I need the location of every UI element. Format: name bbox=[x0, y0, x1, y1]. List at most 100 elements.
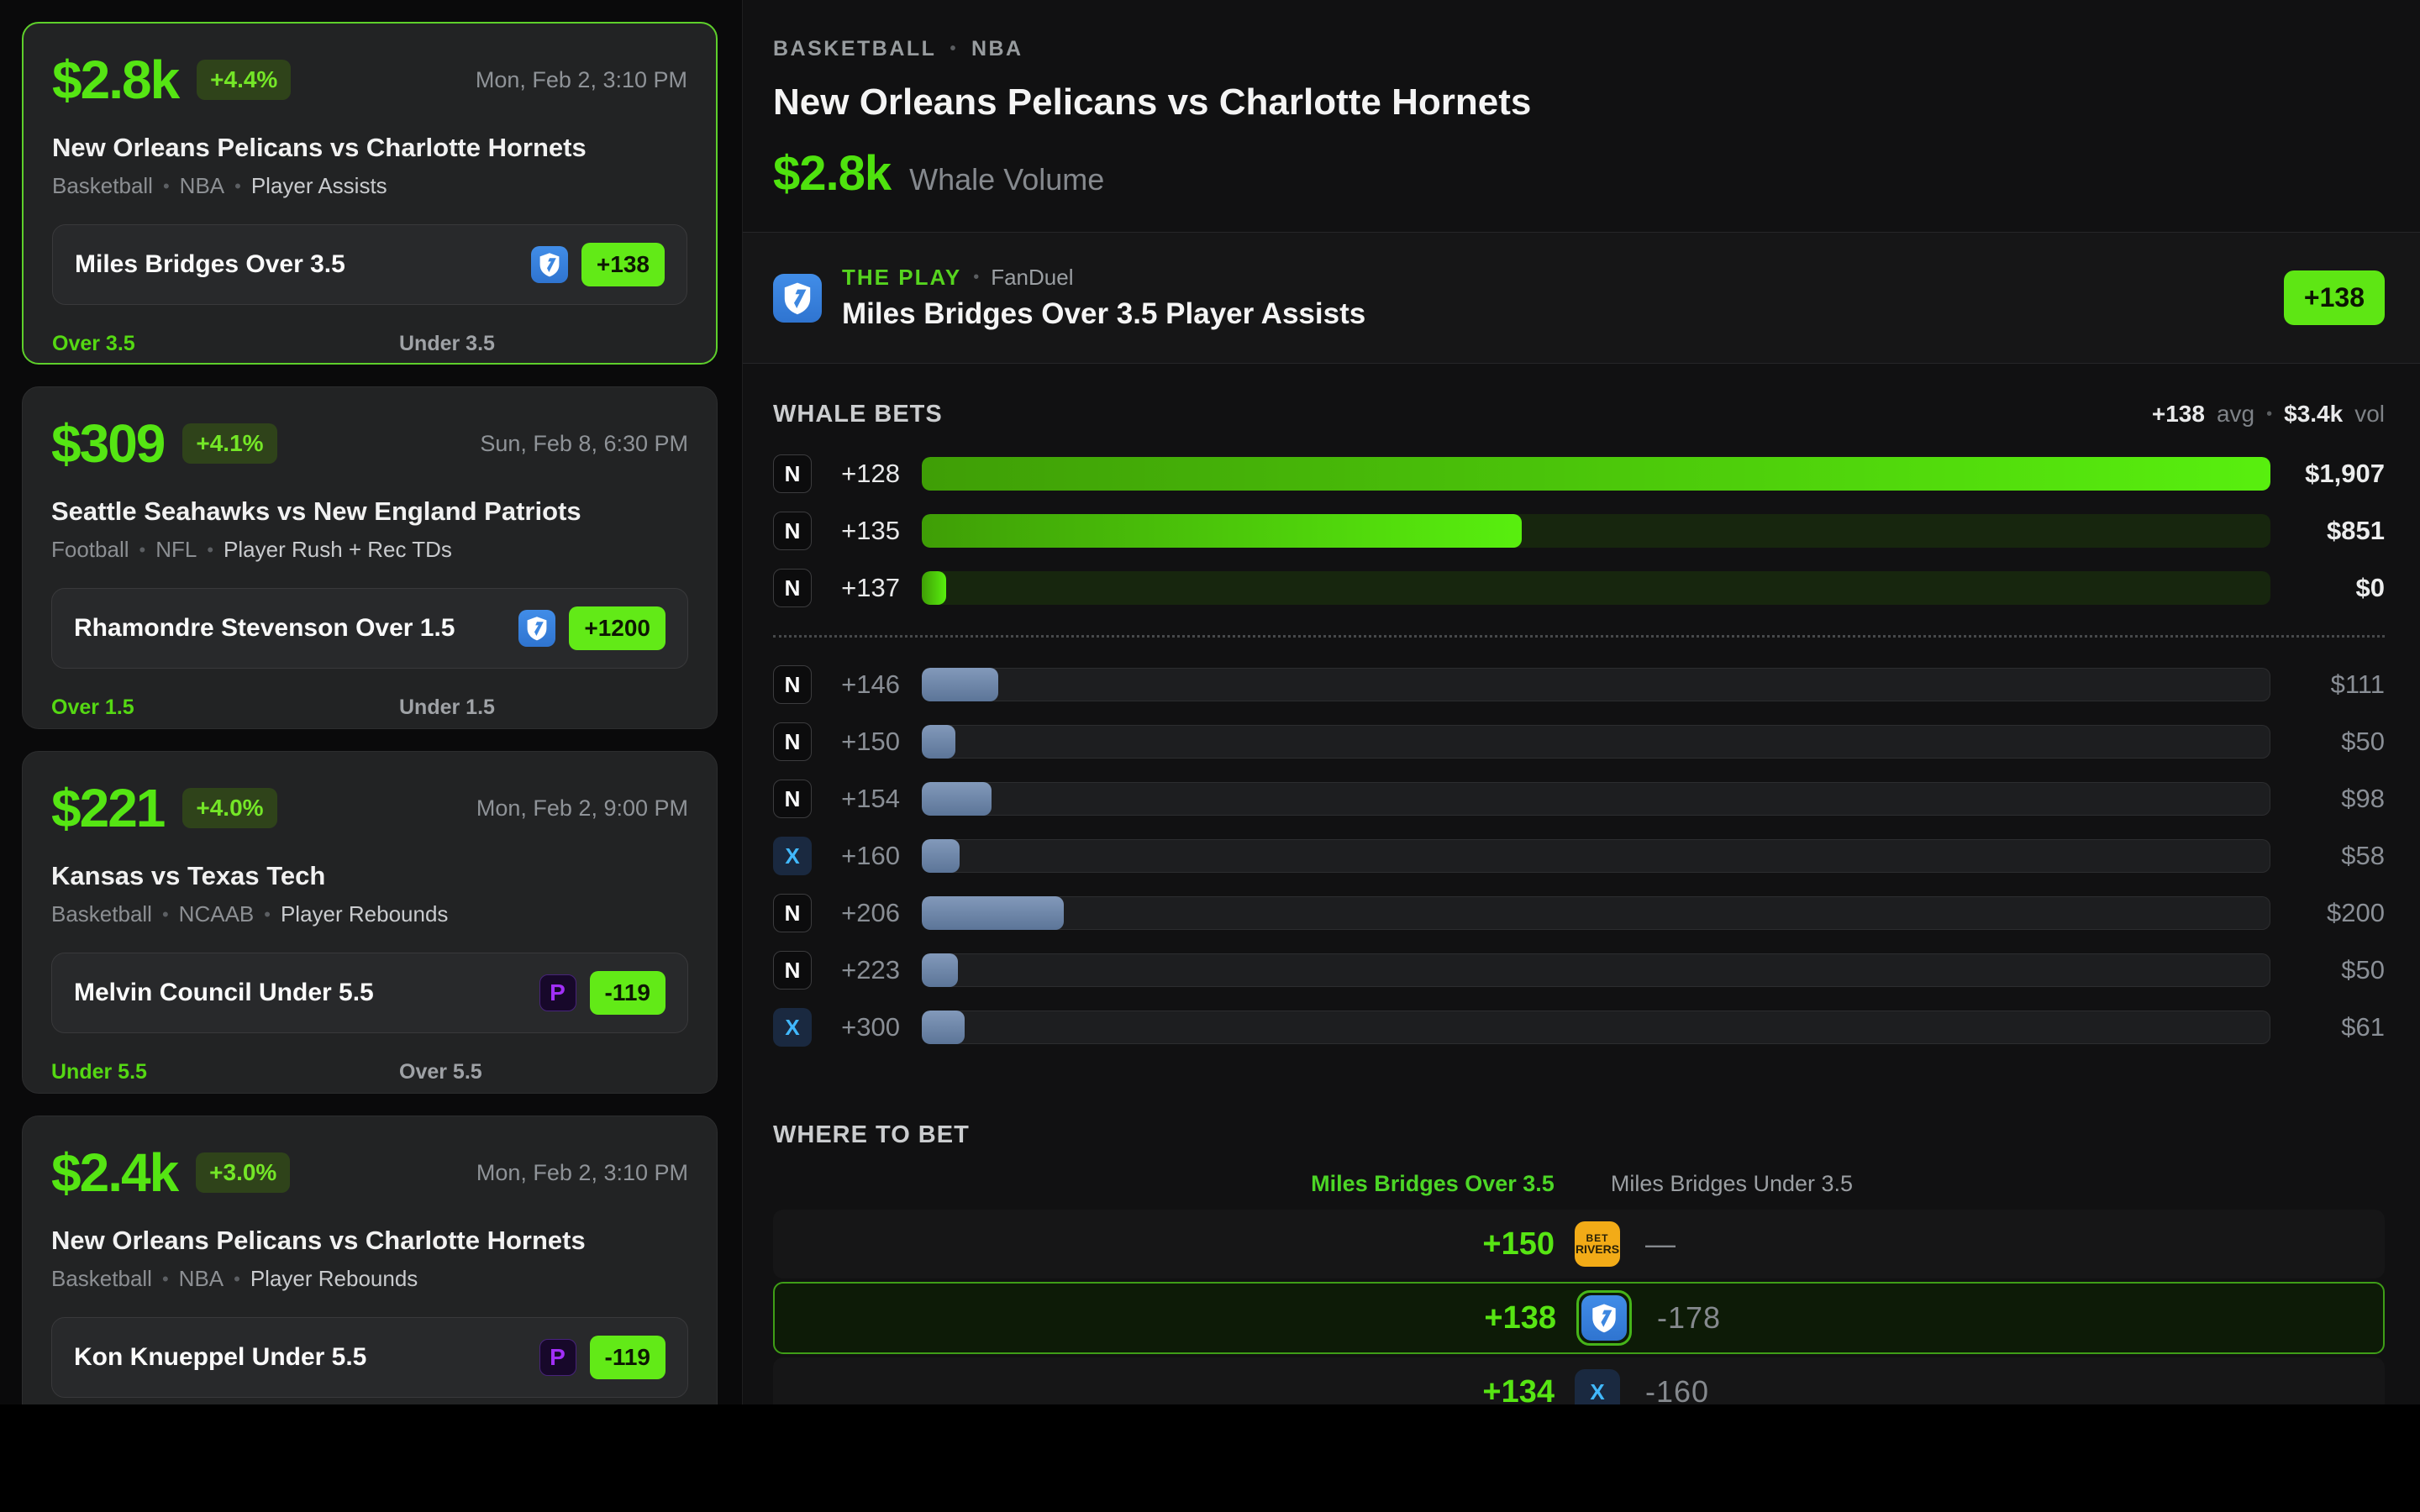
app-window: $2.8k +4.4% Mon, Feb 2, 3:10 PM New Orle… bbox=[0, 0, 2420, 1404]
bet-odds: +206 bbox=[812, 898, 900, 928]
whale-volume-label: Whale Volume bbox=[909, 162, 1104, 197]
split-left: Under 5.5 bbox=[51, 1060, 340, 1094]
odds-move-badge: +3.0% bbox=[196, 1152, 290, 1193]
page-title: New Orleans Pelicans vs Charlotte Hornet… bbox=[773, 81, 2385, 123]
the-play-banner[interactable]: THE PLAY • FanDuel Miles Bridges Over 3.… bbox=[743, 232, 2420, 364]
sport-label: Football bbox=[51, 537, 129, 563]
whale-bet-row: N +223 $50 bbox=[773, 942, 2385, 999]
matchup-meta: Football • NFL • Player Rush + Rec TDs bbox=[51, 537, 688, 563]
over-column-header: Miles Bridges Over 3.5 bbox=[1311, 1171, 1555, 1197]
bet-odds-badge: +1200 bbox=[569, 606, 666, 650]
bet-row[interactable]: Rhamondre Stevenson Over 1.5 +1200 bbox=[51, 588, 688, 669]
fanduel-icon bbox=[518, 610, 555, 647]
novig-icon: N bbox=[773, 722, 812, 761]
whale-volume-amount: $2.8k bbox=[773, 145, 891, 202]
breadcrumb: BASKETBALL • NBA bbox=[773, 37, 2385, 61]
card-amount-row: $2.4k +3.0% Mon, Feb 2, 3:10 PM bbox=[51, 1142, 688, 1204]
whale-bet-row: N +150 $50 bbox=[773, 713, 2385, 770]
volume-bar bbox=[922, 668, 2270, 701]
card-amount-row: $221 +4.0% Mon, Feb 2, 9:00 PM bbox=[51, 777, 688, 839]
dot-separator: • bbox=[234, 1268, 240, 1290]
dot-separator: • bbox=[234, 176, 241, 197]
bet-row[interactable]: Miles Bridges Over 3.5 +138 bbox=[52, 224, 687, 305]
league-label: NFL bbox=[155, 537, 197, 563]
bet-odds: +223 bbox=[812, 955, 900, 985]
market-label: Player Rebounds bbox=[281, 901, 448, 927]
whale-bet-row: X +160 $58 bbox=[773, 827, 2385, 885]
bet-row[interactable]: Melvin Council Under 5.5 P -119 bbox=[51, 953, 688, 1033]
bet-volume: $1,907 bbox=[2270, 459, 2385, 489]
over-odds: +150 bbox=[1386, 1226, 1555, 1263]
game-datetime: Mon, Feb 2, 9:00 PM bbox=[476, 795, 688, 822]
avg-odds-label: avg bbox=[2217, 401, 2254, 428]
matchup-title: New Orleans Pelicans vs Charlotte Hornet… bbox=[51, 1226, 688, 1256]
whale-card-pelicans-hornets-rebounds[interactable]: $2.4k +3.0% Mon, Feb 2, 3:10 PM New Orle… bbox=[22, 1116, 718, 1404]
whale-bets-stats: +138 avg • $3.4k vol bbox=[2152, 401, 2385, 428]
whale-bets-list: N +128 $1,907 N +135 $851 N +137 $0 N +1… bbox=[773, 445, 2385, 1056]
volume-bar bbox=[922, 571, 2270, 605]
where-to-bet-title: WHERE TO BET bbox=[773, 1121, 2385, 1149]
novig-icon: N bbox=[773, 512, 812, 550]
matchup-title: New Orleans Pelicans vs Charlotte Hornet… bbox=[52, 133, 687, 163]
bet-label: Rhamondre Stevenson Over 1.5 bbox=[74, 614, 455, 643]
matchup-meta: Basketball • NCAAB • Player Rebounds bbox=[51, 901, 688, 927]
market-label: Player Assists bbox=[251, 173, 387, 199]
volume-bar bbox=[922, 839, 2270, 873]
whale-bet-row: N +128 $1,907 bbox=[773, 445, 2385, 502]
under-odds: — bbox=[1645, 1226, 1914, 1262]
where-to-bet-column-headers: Miles Bridges Over 3.5 Miles Bridges Und… bbox=[773, 1171, 2385, 1200]
matchup-title: Seattle Seahawks vs New England Patriots bbox=[51, 496, 688, 527]
novig-icon: N bbox=[773, 780, 812, 818]
split-right: Over 5.5 bbox=[399, 1060, 688, 1094]
x-book-icon: X bbox=[773, 1008, 812, 1047]
breadcrumb-league[interactable]: NBA bbox=[971, 37, 1023, 61]
volume-bar bbox=[922, 725, 2270, 759]
split-right: Under 3.5 bbox=[399, 332, 687, 365]
sport-label: Basketball bbox=[52, 173, 153, 199]
the-play-odds-badge[interactable]: +138 bbox=[2284, 270, 2385, 325]
volume-bar bbox=[922, 782, 2270, 816]
avg-odds-value: +138 bbox=[2152, 401, 2205, 428]
the-play-label: THE PLAY bbox=[842, 265, 961, 291]
vs-label: vs bbox=[340, 1089, 399, 1094]
league-label: NCAAB bbox=[179, 901, 255, 927]
whale-amount: $309 bbox=[51, 412, 164, 475]
bet-label: Miles Bridges Over 3.5 bbox=[75, 250, 345, 279]
volume-bar bbox=[922, 953, 2270, 987]
matchup-meta: Basketball • NBA • Player Assists bbox=[52, 173, 687, 199]
bet-row[interactable]: Kon Knueppel Under 5.5 P -119 bbox=[51, 1317, 688, 1398]
game-datetime: Mon, Feb 2, 3:10 PM bbox=[476, 1160, 688, 1186]
odds-move-badge: +4.1% bbox=[182, 423, 276, 464]
sportsbook-row-x[interactable]: +134 X -160 bbox=[773, 1357, 2385, 1404]
novig-icon: N bbox=[773, 894, 812, 932]
bet-odds: +154 bbox=[812, 784, 900, 814]
whale-card-kansas-texastech[interactable]: $221 +4.0% Mon, Feb 2, 9:00 PM Kansas vs… bbox=[22, 751, 718, 1094]
under-odds: -178 bbox=[1657, 1300, 1926, 1336]
league-label: NBA bbox=[179, 1266, 224, 1292]
volume-bar bbox=[922, 896, 2270, 930]
market-label: Player Rush + Rec TDs bbox=[224, 537, 452, 563]
sportsbook-row-fanduel-best[interactable]: +138 -178 bbox=[773, 1282, 2385, 1354]
bet-label: Melvin Council Under 5.5 bbox=[74, 979, 374, 1007]
breadcrumb-sport[interactable]: BASKETBALL bbox=[773, 37, 936, 61]
screen: $2.8k +4.4% Mon, Feb 2, 3:10 PM New Orle… bbox=[0, 0, 2420, 1512]
split-left: Over 1.5 bbox=[51, 696, 340, 729]
dot-separator: • bbox=[973, 268, 979, 287]
sportsbook-row-betrivers[interactable]: +150 BET RIVERS — bbox=[773, 1210, 2385, 1278]
dot-separator: • bbox=[2266, 405, 2272, 424]
dot-separator: • bbox=[139, 539, 146, 561]
dot-separator: • bbox=[207, 539, 213, 561]
odds-move-badge: +4.0% bbox=[182, 788, 276, 828]
whale-card-pelicans-hornets-assists[interactable]: $2.8k +4.4% Mon, Feb 2, 3:10 PM New Orle… bbox=[22, 22, 718, 365]
x-book-icon: X bbox=[1575, 1369, 1620, 1404]
whale-card-seahawks-patriots[interactable]: $309 +4.1% Sun, Feb 8, 6:30 PM Seattle S… bbox=[22, 386, 718, 729]
volume-bar bbox=[922, 457, 2270, 491]
where-to-bet-rows: +150 BET RIVERS — +138 bbox=[773, 1210, 2385, 1404]
x-book-icon: X bbox=[773, 837, 812, 875]
sport-label: Basketball bbox=[51, 901, 152, 927]
sportsbook-name: FanDuel bbox=[991, 265, 1073, 291]
split-right-label: Under 3.5 bbox=[399, 332, 687, 356]
over-under-split: Over 3.5 vs Under 3.5 bbox=[52, 332, 687, 365]
split-left-label: Over 1.5 bbox=[51, 696, 340, 720]
market-label: Player Rebounds bbox=[250, 1266, 418, 1292]
